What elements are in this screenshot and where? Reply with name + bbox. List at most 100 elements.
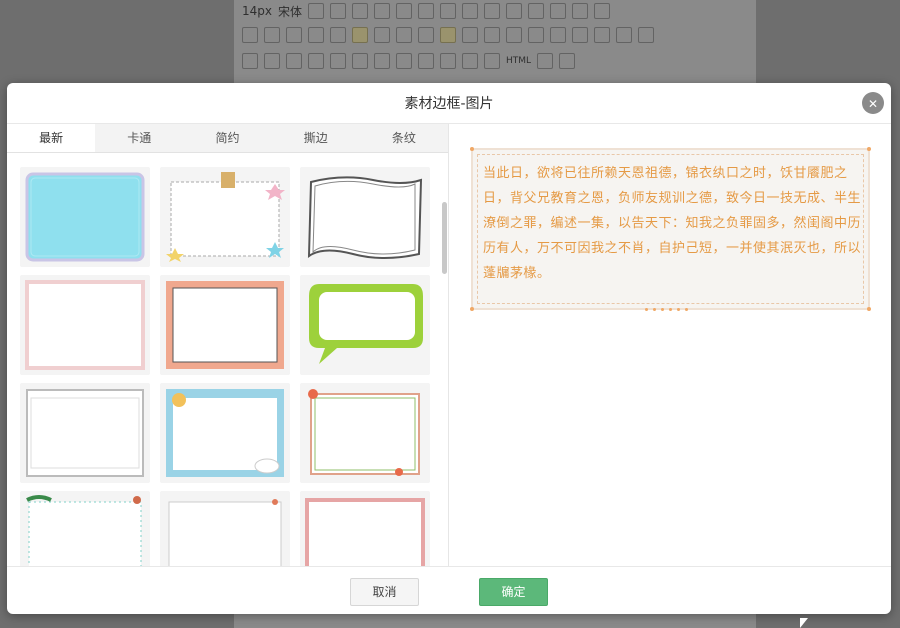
eraser-icon[interactable] [242, 27, 258, 43]
rtl-icon[interactable] [440, 27, 456, 43]
dialog-header: 素材边框-图片 ✕ [7, 83, 891, 124]
frame-sun-cloud-image [166, 389, 284, 477]
brush-icon[interactable] [374, 53, 390, 69]
tab-cartoon[interactable]: 卡通 [95, 124, 183, 152]
superscript-icon[interactable] [506, 3, 523, 19]
frame-dotted-image [26, 495, 142, 567]
preview-pane: 当此日，欲将已往所赖天恩祖德，锦衣纨口之时，饫甘餍肥之日，背父兄教育之恩，负师友… [449, 124, 891, 567]
frame-thumbnail[interactable] [160, 491, 290, 567]
highlight-icon[interactable] [418, 3, 435, 19]
dialog-footer: 取消 确定 [7, 566, 891, 614]
link-chain-icon[interactable] [440, 53, 456, 69]
table-icon[interactable] [594, 27, 610, 43]
tab-stripes[interactable]: 条纹 [360, 124, 448, 152]
dialog-title: 素材边框-图片 [404, 96, 494, 112]
redo-icon[interactable] [484, 53, 500, 69]
line-height-icon[interactable] [396, 27, 412, 43]
strikethrough-icon[interactable] [374, 3, 391, 19]
frame-thumbnail[interactable] [20, 383, 150, 483]
frame-floral-image [166, 281, 284, 369]
close-icon: ✕ [867, 97, 879, 111]
bold-icon[interactable] [308, 3, 325, 19]
paragraph-spacing-icon[interactable] [418, 27, 434, 43]
frame-thumbnail[interactable] [300, 275, 430, 375]
cancel-button[interactable]: 取消 [350, 578, 419, 606]
preview-text: 当此日，欲将已往所赖天恩祖德，锦衣纨口之时，饫甘餍肥之日，背父兄教育之恩，负师友… [483, 166, 862, 281]
frame-thumbnail[interactable] [300, 491, 430, 567]
pen-icon[interactable] [396, 53, 412, 69]
search-icon[interactable] [550, 27, 566, 43]
copy-icon[interactable] [286, 53, 302, 69]
frame-thumbnail[interactable] [20, 275, 150, 375]
horizontal-rule-icon[interactable] [550, 3, 567, 19]
font-family-select[interactable]: 宋体 [278, 3, 302, 20]
toolbar-row-3: HTML [242, 50, 748, 72]
clear-format-icon[interactable] [484, 3, 501, 19]
html-button[interactable]: HTML [506, 56, 531, 66]
edit-doc-icon[interactable] [537, 53, 554, 69]
frame-speech-bubble-image [309, 284, 423, 364]
video-icon[interactable] [352, 53, 368, 69]
fullscreen-icon[interactable] [559, 53, 576, 69]
close-button[interactable]: ✕ [862, 92, 884, 114]
music-icon[interactable] [418, 53, 434, 69]
edit-icon[interactable] [594, 3, 611, 19]
frame-grid [20, 167, 430, 567]
toolbar-row-1: 14px 宋体 [242, 0, 748, 22]
confirm-button[interactable]: 确定 [479, 578, 548, 606]
link-icon[interactable] [484, 27, 500, 43]
grid-scrollbar[interactable] [442, 202, 447, 274]
frame-thumbnail[interactable] [20, 491, 150, 567]
omega-icon[interactable] [506, 27, 522, 43]
frame-thin-image [168, 499, 282, 567]
align-justify-icon[interactable] [352, 27, 368, 43]
frame-grey-image [26, 389, 144, 477]
category-tabs: 最新 卡通 简约 撕边 条纹 [7, 124, 448, 153]
text-format-icon[interactable] [462, 3, 479, 19]
tab-simple[interactable]: 简约 [183, 124, 271, 152]
ltr-icon[interactable] [462, 27, 478, 43]
toolbar-row-2 [242, 24, 748, 46]
indent-icon[interactable] [264, 27, 280, 43]
frame-thumbnail[interactable] [160, 275, 290, 375]
frame-wavy-image [307, 176, 423, 259]
corner-dot [470, 307, 474, 311]
bottom-ornament [645, 308, 688, 311]
emoji-icon[interactable] [528, 27, 544, 43]
frame-thumbnail[interactable] [20, 167, 150, 267]
sigma-icon[interactable] [638, 27, 654, 43]
material-list-pane: 最新 卡通 简约 撕边 条纹 [7, 124, 449, 567]
frame-thumbnail[interactable] [160, 383, 290, 483]
tab-latest[interactable]: 最新 [7, 124, 96, 152]
italic-icon[interactable] [330, 3, 347, 19]
template-icon[interactable] [616, 27, 632, 43]
frame-thumbnail[interactable] [300, 167, 430, 267]
frame-thumbnail[interactable] [160, 167, 290, 267]
quote-icon[interactable] [572, 27, 588, 43]
frame-garden-image [308, 389, 420, 476]
palette-icon[interactable] [308, 53, 324, 69]
gallery-icon[interactable] [264, 53, 280, 69]
list-icon[interactable] [374, 27, 390, 43]
align-center-icon[interactable] [308, 27, 324, 43]
image-icon[interactable] [242, 53, 258, 69]
letter-icon[interactable] [440, 3, 457, 19]
underline-icon[interactable] [352, 3, 369, 19]
font-color-icon[interactable] [396, 3, 413, 19]
tab-torn-edge[interactable]: 撕边 [272, 124, 360, 152]
frame-torn-red-image [305, 498, 425, 567]
frame-pink-image [25, 280, 145, 370]
align-right-icon[interactable] [330, 27, 346, 43]
corner-dot [470, 147, 474, 151]
undo-icon[interactable] [462, 53, 478, 69]
frame-preview: 当此日，欲将已往所赖天恩祖德，锦衣纨口之时，饫甘餍肥之日，背父兄教育之恩，负师友… [470, 147, 871, 311]
align-left-icon[interactable] [286, 27, 302, 43]
corner-dot [867, 147, 871, 151]
subscript-icon[interactable] [528, 3, 545, 19]
stamp-icon[interactable] [330, 53, 346, 69]
frame-blue-image [25, 172, 145, 262]
page-icon[interactable] [572, 3, 589, 19]
frame-clip-image [166, 172, 285, 262]
frame-thumbnail[interactable] [300, 383, 430, 483]
font-size-select[interactable]: 14px [242, 4, 272, 18]
